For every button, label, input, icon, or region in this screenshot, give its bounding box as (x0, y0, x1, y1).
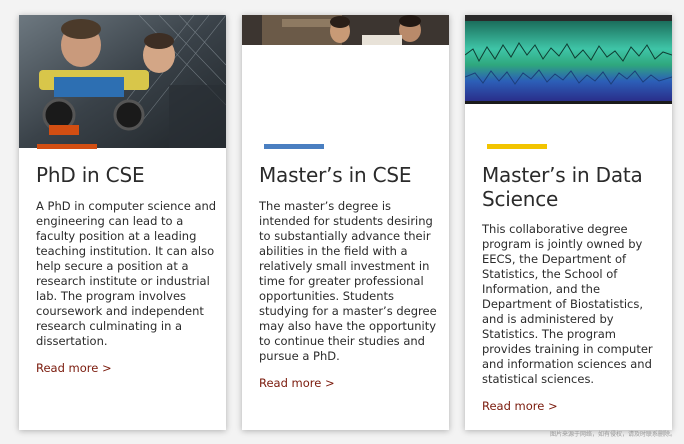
card-accent-bar (264, 144, 324, 149)
card-accent-bar (487, 144, 547, 149)
read-more-link[interactable]: Read more > (259, 376, 335, 390)
card-image-robot-lab (19, 15, 226, 148)
card-masters-data-science: Master’s in Data Science This collaborat… (465, 15, 672, 430)
card-description: A PhD in computer science and engineerin… (36, 199, 217, 348)
card-masters-cse: Master’s in CSE The master’s degree is i… (242, 15, 449, 430)
watermark-text: 图片来源于网络，如有侵权，请及时联系删除。 (549, 431, 676, 438)
card-description: The master’s degree is intended for stud… (259, 199, 437, 363)
card-description: This collaborative degree program is joi… (482, 222, 653, 386)
read-more-link[interactable]: Read more > (36, 361, 112, 375)
card-title: Master’s in Data Science (482, 163, 643, 211)
card-image-students-lab (242, 15, 449, 45)
read-more-link[interactable]: Read more > (482, 399, 558, 413)
card-phd-cse: PhD in CSE A PhD in computer science and… (19, 15, 226, 430)
card-title: PhD in CSE (36, 163, 145, 187)
card-accent-bar (37, 144, 97, 149)
card-image-data-visualization (465, 15, 672, 104)
card-title: Master’s in CSE (259, 163, 412, 187)
